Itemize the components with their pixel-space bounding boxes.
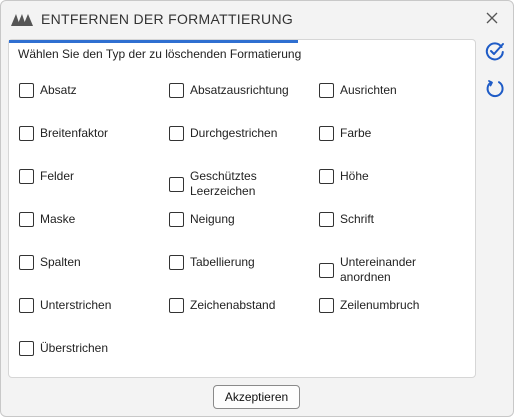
- option-schrift[interactable]: Schrift: [319, 212, 374, 227]
- app-logo-icon: [11, 14, 33, 26]
- option-farbe[interactable]: Farbe: [319, 126, 371, 141]
- checkbox[interactable]: [169, 255, 184, 270]
- checkbox[interactable]: [19, 255, 34, 270]
- option-label: Absatzausrichtung: [190, 83, 289, 97]
- option-label: Breitenfaktor: [40, 126, 109, 140]
- option-zeilenumbruch[interactable]: Zeilenumbruch: [319, 298, 419, 313]
- option-überstrichen[interactable]: Überstrichen: [19, 341, 108, 356]
- option-label: Ausrichten: [340, 83, 397, 97]
- checkbox[interactable]: [319, 83, 334, 98]
- option-label: Geschütztes Leerzeichen: [190, 169, 257, 198]
- option-unterstrichen[interactable]: Unterstrichen: [19, 298, 111, 313]
- checkbox[interactable]: [319, 262, 334, 278]
- option-geschütztes-leerzeichen[interactable]: Geschütztes Leerzeichen: [169, 169, 257, 199]
- option-label: Durchgestrichen: [190, 126, 278, 140]
- checkbox[interactable]: [169, 212, 184, 227]
- check-circle-icon[interactable]: [485, 41, 505, 61]
- checkbox[interactable]: [19, 212, 34, 227]
- options-panel: Wählen Sie den Typ der zu löschenden For…: [8, 39, 476, 378]
- checkbox[interactable]: [319, 126, 334, 141]
- option-felder[interactable]: Felder: [19, 169, 74, 184]
- option-label: Untereinander anordnen: [340, 255, 417, 284]
- option-ausrichten[interactable]: Ausrichten: [319, 83, 397, 98]
- checkbox[interactable]: [19, 298, 34, 313]
- checkbox[interactable]: [169, 83, 184, 98]
- checkbox[interactable]: [169, 176, 184, 192]
- checkbox[interactable]: [19, 341, 34, 356]
- instruction-text: Wählen Sie den Typ der zu löschenden For…: [18, 47, 302, 61]
- option-label: Farbe: [340, 126, 372, 140]
- checkbox[interactable]: [319, 169, 334, 184]
- option-label: Schrift: [340, 212, 375, 226]
- option-label: Neigung: [190, 212, 235, 226]
- checkbox[interactable]: [319, 212, 334, 227]
- option-label: Tabellierung: [190, 255, 255, 269]
- option-spalten[interactable]: Spalten: [19, 255, 81, 270]
- option-breitenfaktor[interactable]: Breitenfaktor: [19, 126, 108, 141]
- option-label: Maske: [40, 212, 76, 226]
- option-maske[interactable]: Maske: [19, 212, 75, 227]
- option-tabellierung[interactable]: Tabellierung: [169, 255, 255, 270]
- accept-button[interactable]: Akzeptieren: [213, 385, 300, 409]
- checkbox[interactable]: [19, 126, 34, 141]
- checkbox[interactable]: [169, 298, 184, 313]
- option-label: Spalten: [40, 255, 81, 269]
- progress-bar: [9, 40, 475, 43]
- dialog-title: ENTFERNEN DER FORMATTIERUNG: [41, 11, 294, 27]
- checkbox[interactable]: [319, 298, 334, 313]
- remove-formatting-dialog: ENTFERNEN DER FORMATTIERUNG Wählen Sie d…: [0, 0, 514, 417]
- option-absatz[interactable]: Absatz: [19, 83, 77, 98]
- option-absatzausrichtung[interactable]: Absatzausrichtung: [169, 83, 289, 98]
- option-untereinander-anordnen[interactable]: Untereinander anordnen: [319, 255, 416, 285]
- close-icon[interactable]: [485, 11, 499, 25]
- refresh-circle-icon[interactable]: [485, 78, 505, 98]
- option-zeichenabstand[interactable]: Zeichenabstand: [169, 298, 275, 313]
- title-bar: ENTFERNEN DER FORMATTIERUNG: [1, 1, 513, 37]
- checkbox[interactable]: [19, 83, 34, 98]
- option-neigung[interactable]: Neigung: [169, 212, 235, 227]
- option-label: Überstrichen: [40, 341, 109, 355]
- option-durchgestrichen[interactable]: Durchgestrichen: [169, 126, 277, 141]
- progress-fill: [9, 40, 298, 43]
- option-label: Absatz: [40, 83, 77, 97]
- option-label: Höhe: [340, 169, 369, 183]
- option-höhe[interactable]: Höhe: [319, 169, 369, 184]
- option-label: Felder: [40, 169, 75, 183]
- checkbox[interactable]: [169, 126, 184, 141]
- option-label: Zeilenumbruch: [340, 298, 420, 312]
- option-label: Unterstrichen: [40, 298, 112, 312]
- option-label: Zeichenabstand: [190, 298, 276, 312]
- checkbox[interactable]: [19, 169, 34, 184]
